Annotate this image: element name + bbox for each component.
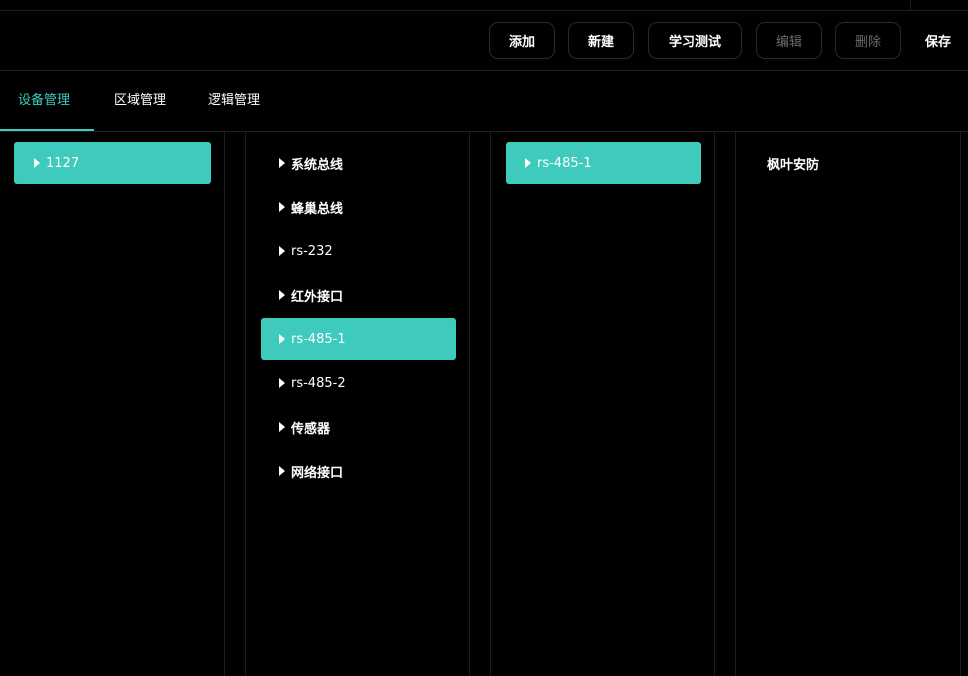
column-divider [224,132,225,676]
endpoint-column: 枫叶安防 [736,132,960,676]
caret-right-icon [34,158,40,168]
list-item-label: 蜂巢总线 [291,201,344,217]
list-item[interactable]: rs-485-2 [261,362,456,404]
list-item-label: rs-485-1 [537,155,592,171]
caret-right-icon [279,378,285,388]
list-item[interactable]: rs-485-1 [506,142,701,184]
toolbar: 添加 新建 学习测试 编辑 删除 保存 [0,11,968,71]
list-item[interactable]: rs-485-1 [261,318,456,360]
top-strip [0,0,968,11]
save-button[interactable]: 保存 [914,22,962,59]
column-divider [714,132,715,676]
list-item-label: rs-485-1 [291,331,346,347]
column-divider [469,132,470,676]
list-item-label: rs-485-2 [291,375,346,391]
list-item-label: 传感器 [291,421,331,437]
list-item[interactable]: 网络接口 [261,450,456,492]
caret-right-icon [279,158,285,168]
learn-test-button[interactable]: 学习测试 [648,22,742,59]
caret-right-icon [279,246,285,256]
delete-button[interactable]: 删除 [835,22,901,59]
list-item-label: 系统总线 [291,157,344,173]
caret-right-icon [279,466,285,476]
top-strip-divider [910,0,911,10]
list-item[interactable]: 蜂巢总线 [261,186,456,228]
tab-area-management[interactable]: 区域管理 [114,71,166,131]
list-item-label: 枫叶安防 [767,157,820,173]
tab-bar: 设备管理 区域管理 逻辑管理 [0,71,968,132]
add-button[interactable]: 添加 [489,22,555,59]
list-item[interactable]: 枫叶安防 [750,142,946,184]
caret-right-icon [279,422,285,432]
column-divider [960,132,961,676]
caret-right-icon [279,334,285,344]
port-column: rs-485-1 [491,132,714,676]
list-item[interactable]: rs-232 [261,230,456,272]
caret-right-icon [279,202,285,212]
caret-right-icon [279,290,285,300]
list-item[interactable]: 系统总线 [261,142,456,184]
tab-device-management[interactable]: 设备管理 [18,71,70,131]
list-item-label: 网络接口 [291,465,344,481]
caret-right-icon [525,158,531,168]
list-item[interactable]: 传感器 [261,406,456,448]
edit-button[interactable]: 编辑 [756,22,822,59]
list-item-label: 1127 [46,155,80,171]
list-item-label: rs-232 [291,243,333,259]
list-item[interactable]: 1127 [14,142,211,184]
active-tab-indicator [0,129,94,131]
new-button[interactable]: 新建 [568,22,634,59]
device-column: 1127 [0,132,224,676]
tab-logic-management[interactable]: 逻辑管理 [208,71,260,131]
list-item[interactable]: 红外接口 [261,274,456,316]
list-item-label: 红外接口 [291,289,344,305]
interface-column: 系统总线 蜂巢总线 rs-232 红外接口 rs-485-1 rs-485-2 … [246,132,469,676]
